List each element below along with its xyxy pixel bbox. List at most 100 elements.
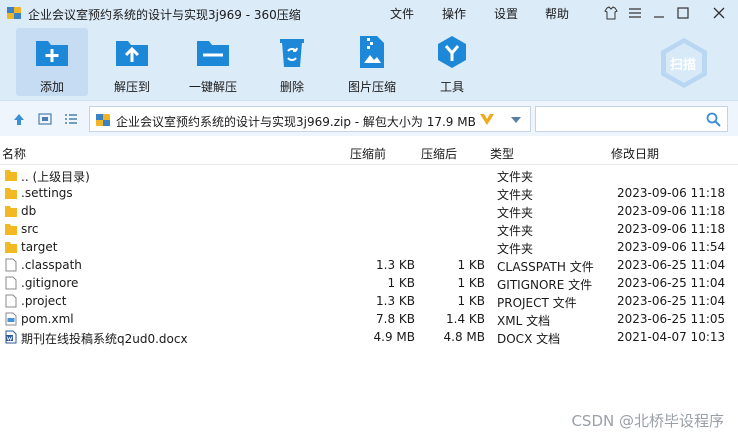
menu-operate[interactable]: 操作 (442, 5, 466, 22)
file-type: GITIGNORE 文件 (497, 278, 593, 292)
file-size: 7.8 KB (376, 312, 415, 326)
file-name: .. (上级目录) (21, 170, 90, 184)
folder-icon (5, 224, 17, 235)
file-name: 期刊在线投稿系统q2ud0.docx (21, 332, 188, 346)
file-type: 文件夹 (497, 206, 534, 220)
extract-to-button[interactable]: 解压到 (100, 28, 164, 96)
column-name[interactable]: 名称 (2, 145, 26, 162)
title-bar: 企业会议室预约系统的设计与实现3j969 - 360压缩 文件 操作 设置 帮助 (0, 0, 738, 26)
minimize-button[interactable] (650, 4, 668, 22)
recycle-bin-icon (272, 32, 312, 72)
file-list-header: 名称 压缩前 压缩后 类型 修改日期 (0, 137, 738, 165)
file-date: 2023-06-25 11:04 (617, 258, 726, 272)
menu-help[interactable]: 帮助 (545, 5, 569, 22)
file-name: db (21, 204, 37, 218)
file-row[interactable]: .. (上级目录) 文件夹 (0, 166, 738, 184)
folder-icon (5, 170, 17, 181)
search-icon[interactable] (706, 112, 721, 127)
add-button[interactable]: 添加 (16, 28, 88, 96)
file-date: 2023-09-06 11:18 (617, 204, 726, 218)
file-icon (5, 276, 17, 290)
menu-file[interactable]: 文件 (390, 5, 414, 22)
file-name: target (21, 240, 58, 254)
delete-label: 删除 (279, 80, 304, 94)
column-packed[interactable]: 压缩后 (421, 145, 457, 162)
file-type: 文件夹 (497, 170, 534, 184)
add-label: 添加 (39, 80, 64, 94)
file-packed-size: 4.8 MB (443, 330, 485, 344)
image-compress-button[interactable]: 图片压缩 (340, 28, 404, 96)
folder-icon (5, 242, 17, 253)
file-size: 4.9 MB (373, 330, 415, 344)
add-folder-icon (32, 32, 72, 72)
file-row[interactable]: target 文件夹 2023-09-06 11:54 (0, 238, 738, 256)
folder-icon (5, 206, 17, 217)
archive-path: 企业会议室预约系统的设计与实现3j969.zip - 解包大小为 17.9 MB (116, 115, 476, 129)
file-size: 1 KB (387, 276, 415, 290)
column-modified[interactable]: 修改日期 (611, 145, 659, 162)
file-row[interactable]: .gitignore 1 KB 1 KB GITIGNORE 文件 2023-0… (0, 274, 738, 292)
address-row: 企业会议室预约系统的设计与实现3j969.zip - 解包大小为 17.9 MB (0, 100, 738, 136)
scan-button[interactable]: 扫描 (657, 36, 711, 90)
one-click-extract-button[interactable]: 一键解压 (181, 28, 245, 96)
column-type[interactable]: 类型 (490, 145, 514, 162)
file-type: 文件夹 (497, 224, 534, 238)
file-row[interactable]: .project 1.3 KB 1 KB PROJECT 文件 2023-06-… (0, 292, 738, 310)
file-date: 2023-06-25 11:04 (617, 276, 726, 290)
watermark: CSDN @北桥毕设程序 (571, 412, 724, 430)
toolbar: 添加 解压到 一键解压 删除 图片压缩 工具 (0, 26, 738, 100)
file-packed-size: 1 KB (457, 294, 485, 308)
delete-button[interactable]: 删除 (260, 28, 324, 96)
image-compress-label: 图片压缩 (347, 80, 396, 94)
file-type: XML 文档 (497, 314, 551, 328)
file-row[interactable]: pom.xml 7.8 KB 1.4 KB XML 文档 2023-06-25 … (0, 310, 738, 328)
file-name: .gitignore (21, 276, 79, 290)
file-packed-size: 1 KB (457, 258, 485, 272)
file-name: .classpath (21, 258, 82, 272)
file-date: 2023-09-06 11:18 (617, 186, 726, 200)
one-click-extract-label: 一键解压 (188, 80, 237, 94)
file-row[interactable]: 期刊在线投稿系统q2ud0.docx 4.9 MB 4.8 MB DOCX 文档… (0, 328, 738, 346)
file-row[interactable]: db 文件夹 2023-09-06 11:18 (0, 202, 738, 220)
file-row[interactable]: .classpath 1.3 KB 1 KB CLASSPATH 文件 2023… (0, 256, 738, 274)
file-name: pom.xml (21, 312, 74, 326)
file-date: 2023-06-25 11:05 (617, 312, 726, 326)
file-date: 2021-04-07 10:13 (617, 330, 726, 344)
file-name: .settings (21, 186, 73, 200)
tools-button[interactable]: 工具 (420, 28, 484, 96)
search-input[interactable] (535, 106, 728, 132)
file-type: DOCX 文档 (497, 332, 561, 346)
window-title: 企业会议室预约系统的设计与实现3j969 - 360压缩 (28, 8, 301, 22)
file-date: 2023-09-06 11:54 (617, 240, 726, 254)
image-compress-icon (352, 32, 392, 72)
menu-settings[interactable]: 设置 (494, 5, 518, 22)
menu-dropdown-icon[interactable] (626, 4, 644, 22)
scan-label: 扫描 (670, 58, 697, 73)
chevron-down-icon[interactable] (510, 116, 522, 124)
file-row[interactable]: src 文件夹 2023-09-06 11:18 (0, 220, 738, 238)
file-name: .project (21, 294, 67, 308)
file-row[interactable]: .settings 文件夹 2023-09-06 11:18 (0, 184, 738, 202)
close-button[interactable] (710, 4, 728, 22)
file-date: 2023-06-25 11:04 (617, 294, 726, 308)
extract-to-label: 解压到 (113, 80, 150, 94)
file-size: 1.3 KB (376, 294, 415, 308)
column-size[interactable]: 压缩前 (350, 145, 386, 162)
one-click-extract-icon (193, 32, 233, 72)
tools-icon (432, 32, 472, 72)
thumbnail-view-icon[interactable] (38, 112, 52, 126)
verified-icon[interactable] (479, 111, 495, 127)
file-list: .. (上级目录) 文件夹 .settings 文件夹 2023-09-06 1… (0, 166, 738, 346)
app-logo-icon (7, 7, 21, 19)
xml-file-icon (5, 312, 17, 326)
maximize-button[interactable] (674, 4, 692, 22)
up-arrow-icon[interactable] (12, 112, 26, 126)
file-name: src (21, 222, 39, 236)
file-size: 1.3 KB (376, 258, 415, 272)
skin-icon[interactable] (602, 4, 620, 22)
extract-folder-icon (112, 32, 152, 72)
list-view-icon[interactable] (64, 112, 78, 126)
folder-icon (5, 188, 17, 199)
address-bar[interactable]: 企业会议室预约系统的设计与实现3j969.zip - 解包大小为 17.9 MB (89, 106, 531, 132)
window-chrome: 企业会议室预约系统的设计与实现3j969 - 360压缩 文件 操作 设置 帮助 (0, 0, 738, 100)
